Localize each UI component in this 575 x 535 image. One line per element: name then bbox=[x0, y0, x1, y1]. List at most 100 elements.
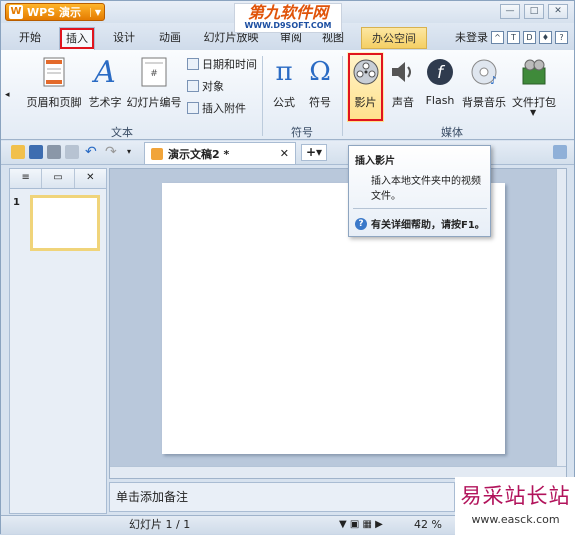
symbol-button[interactable]: Ω 符号 bbox=[303, 56, 337, 110]
wordart-button[interactable]: A 艺术字 bbox=[87, 54, 123, 110]
vertical-scrollbar[interactable] bbox=[556, 169, 566, 467]
help-icon[interactable]: ? bbox=[555, 30, 568, 44]
formula-button[interactable]: π 公式 bbox=[267, 56, 301, 110]
tab-office-space[interactable]: 办公空间 bbox=[361, 27, 427, 49]
view-buttons[interactable]: ▼ ▣ ▦ ▶ bbox=[339, 516, 383, 534]
speaker-icon bbox=[387, 56, 419, 88]
tab-design[interactable]: 设计 bbox=[103, 27, 145, 49]
date-time-label: 日期和时间 bbox=[202, 58, 257, 71]
document-tab[interactable]: 演示文稿2 * ✕ bbox=[144, 142, 296, 164]
layout-icon[interactable] bbox=[553, 145, 567, 159]
bg-music-label: 背景音乐 bbox=[462, 96, 506, 109]
zoom-level[interactable]: 42 % bbox=[414, 516, 442, 534]
tooltip: 插入影片 插入本地文件夹中的视频文件。 ? 有关详细帮助，请按F1。 bbox=[348, 145, 491, 237]
notes-pane[interactable]: 单击添加备注 bbox=[109, 482, 455, 512]
symbol-label: 符号 bbox=[309, 96, 331, 109]
close-panel-icon[interactable]: ✕ bbox=[75, 169, 106, 188]
insert-attachment-button[interactable]: 插入附件 bbox=[187, 100, 246, 116]
slide-number-label: 幻灯片编号 bbox=[126, 96, 182, 109]
watermark-url: www.easck.com bbox=[471, 513, 560, 526]
slide-number-icon: # bbox=[138, 56, 170, 88]
wps-window: W WPS 演示 ▼ — □ ✕ 第九软件网 WWW.D9SOFT.COM 开始… bbox=[0, 0, 575, 535]
presentation-icon bbox=[151, 147, 163, 160]
attachment-icon bbox=[187, 102, 199, 114]
cd-music-icon: ♪ bbox=[468, 56, 500, 88]
tooltip-description: 插入本地文件夹中的视频文件。 bbox=[371, 176, 481, 202]
collapse-icon[interactable]: ^ bbox=[491, 30, 504, 44]
slide-number-button[interactable]: # 幻灯片编号 bbox=[125, 56, 183, 110]
movie-label: 影片 bbox=[354, 96, 377, 109]
skin-icon[interactable]: T bbox=[507, 30, 520, 44]
chevron-down-icon: ▼ bbox=[89, 7, 101, 17]
group-label-symbol: 符号 bbox=[291, 126, 313, 139]
package-icon bbox=[518, 56, 550, 88]
pi-icon: π bbox=[275, 57, 293, 87]
slides-tab-icon[interactable]: ▭ bbox=[42, 169, 75, 188]
undo-icon[interactable]: ↶ bbox=[85, 145, 99, 159]
header-footer-icon bbox=[38, 56, 70, 88]
insert-attachment-label: 插入附件 bbox=[202, 102, 246, 115]
login-link[interactable]: 未登录 bbox=[455, 29, 488, 45]
omega-icon: Ω bbox=[309, 57, 331, 87]
docer-icon[interactable]: D bbox=[523, 30, 536, 44]
minimize-button[interactable]: — bbox=[500, 4, 520, 19]
sound-button[interactable]: 声音 bbox=[387, 56, 419, 110]
window-controls: — □ ✕ bbox=[500, 4, 568, 19]
site-watermark: 第九软件网 WWW.D9SOFT.COM bbox=[234, 3, 342, 33]
package-button[interactable]: 文件打包 bbox=[511, 56, 557, 110]
redo-icon[interactable]: ↷ bbox=[105, 145, 119, 159]
app-menu-label: WPS 演示 bbox=[27, 6, 81, 19]
group-divider bbox=[262, 56, 263, 136]
wordart-label: 艺术字 bbox=[88, 96, 122, 109]
date-time-button[interactable]: 日期和时间 bbox=[187, 56, 257, 72]
movie-button[interactable]: 影片 bbox=[347, 52, 384, 122]
slide-count: 幻灯片 1 / 1 bbox=[129, 518, 191, 531]
maximize-button[interactable]: □ bbox=[524, 4, 544, 19]
film-reel-icon bbox=[350, 56, 382, 88]
tooltip-divider bbox=[353, 208, 487, 209]
close-button[interactable]: ✕ bbox=[548, 4, 568, 19]
header-footer-button[interactable]: 页眉和页脚 bbox=[25, 56, 83, 110]
tooltip-help: ? 有关详细帮助，请按F1。 bbox=[355, 216, 485, 231]
watermark-url: WWW.D9SOFT.COM bbox=[244, 21, 332, 30]
open-icon[interactable] bbox=[11, 145, 25, 159]
bottom-watermark: 易采站长站 www.easck.com bbox=[455, 477, 575, 535]
save-icon[interactable] bbox=[29, 145, 43, 159]
tab-insert[interactable]: 插入 bbox=[59, 27, 95, 50]
group-label-media: 媒体 bbox=[441, 126, 463, 139]
bg-music-button[interactable]: ♪ 背景音乐 bbox=[461, 56, 507, 110]
tab-start[interactable]: 开始 bbox=[9, 27, 51, 49]
sound-label: 声音 bbox=[392, 96, 414, 109]
object-button[interactable]: 对象 bbox=[187, 78, 224, 94]
close-tab-icon[interactable]: ✕ bbox=[280, 147, 289, 160]
tab-animation[interactable]: 动画 bbox=[149, 27, 191, 49]
object-label: 对象 bbox=[202, 80, 224, 93]
print-icon[interactable] bbox=[47, 145, 61, 159]
object-icon bbox=[187, 80, 199, 92]
gift-icon[interactable]: ♦ bbox=[539, 30, 552, 44]
wordart-icon: A bbox=[94, 54, 116, 90]
customize-icon[interactable]: ▾ bbox=[127, 145, 141, 159]
document-title: 演示文稿2 * bbox=[168, 147, 230, 161]
help-circle-icon: ? bbox=[355, 217, 367, 230]
flash-label: Flash bbox=[425, 94, 455, 107]
flash-button[interactable]: f Flash bbox=[423, 56, 457, 107]
watermark-title: 第九软件网 bbox=[247, 3, 328, 22]
new-tab-button[interactable]: +▾ bbox=[301, 144, 327, 161]
ribbon-panel: ◂ 页眉和页脚 A 艺术字 # 幻灯片编号 日期和时间 对象 插入附件 文本 π… bbox=[1, 50, 574, 140]
formula-label: 公式 bbox=[273, 96, 295, 109]
flash-icon: f bbox=[424, 56, 456, 88]
outline-tab-icon[interactable]: ≡ bbox=[10, 169, 43, 188]
app-menu-button[interactable]: W WPS 演示 ▼ bbox=[5, 3, 105, 21]
slides-panel: ≡ ▭ ✕ 1 bbox=[9, 168, 107, 514]
chevron-down-icon[interactable]: ▼ bbox=[530, 108, 536, 117]
header-footer-label: 页眉和页脚 bbox=[26, 96, 82, 109]
slide-thumbnail[interactable] bbox=[30, 195, 100, 251]
tooltip-title: 插入影片 bbox=[355, 156, 395, 167]
slide-number: 1 bbox=[13, 197, 20, 208]
print-preview-icon[interactable] bbox=[65, 145, 79, 159]
group-label-text: 文本 bbox=[111, 126, 133, 139]
wps-logo-icon: W bbox=[9, 5, 23, 19]
svg-text:#: # bbox=[150, 69, 158, 79]
scroll-left-icon[interactable]: ◂ bbox=[5, 90, 10, 100]
